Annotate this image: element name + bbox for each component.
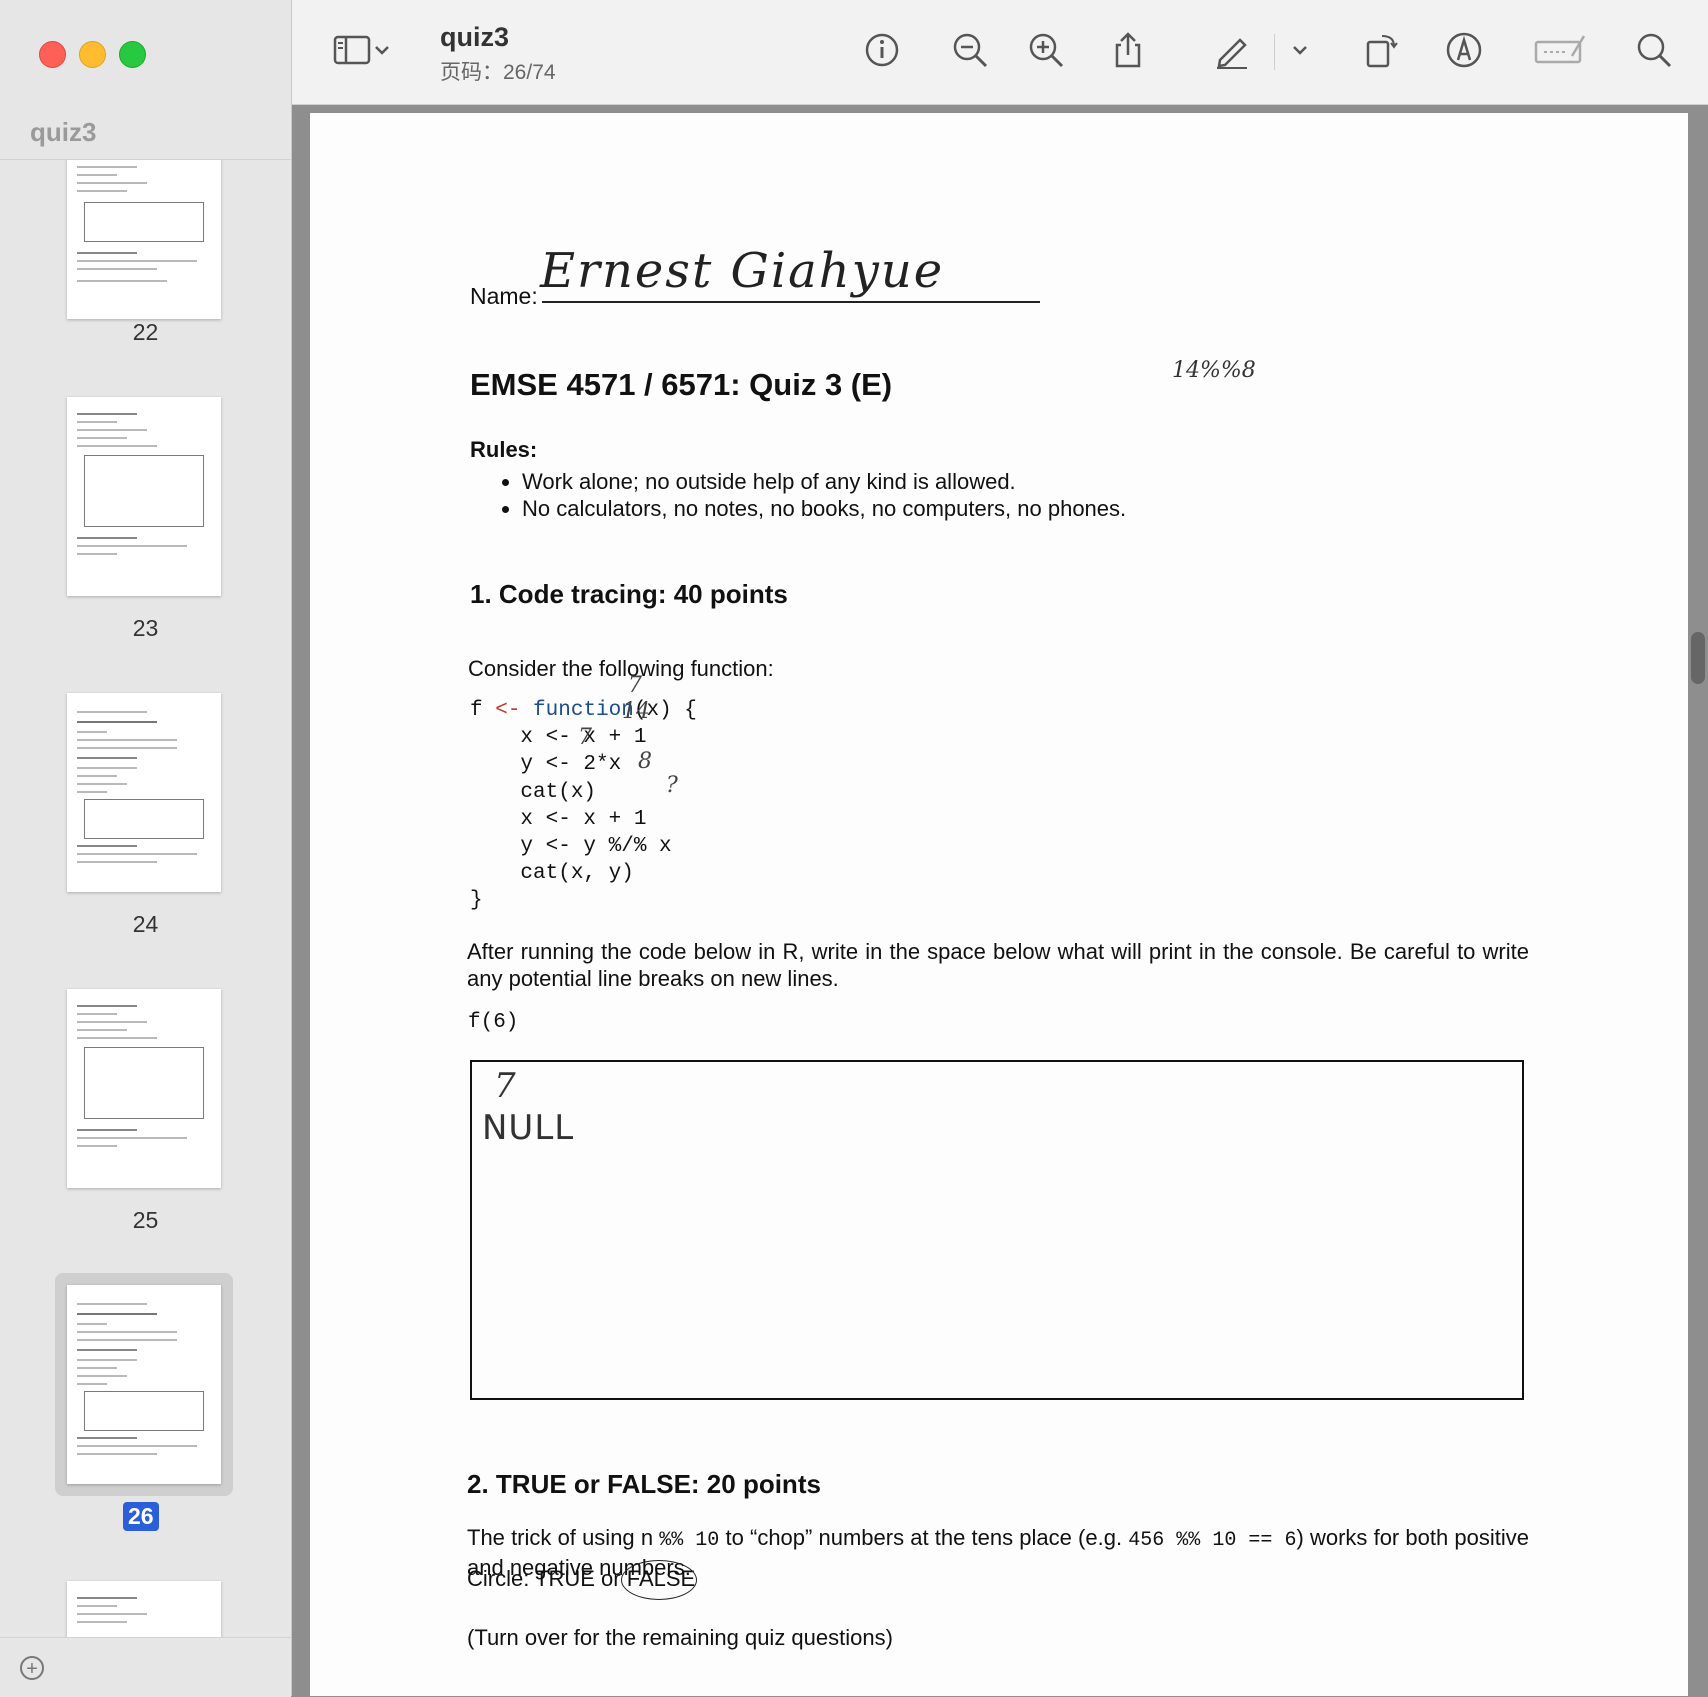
question-1-instructions: After running the code below in R, write…: [467, 939, 1529, 991]
code-line: y <- y %/% x: [470, 835, 672, 859]
function-call: f(6): [468, 1011, 519, 1034]
thumbnail-label: 23: [132, 615, 159, 641]
thumbnail-page-22[interactable]: [67, 160, 221, 319]
handwritten-note: 8: [638, 749, 652, 774]
inline-code: %% 10: [659, 1529, 720, 1552]
thumbnail-page-27[interactable]: [67, 1581, 221, 1638]
circled-answer: FALSE: [620, 1560, 698, 1600]
sidebar-title: quiz3: [30, 117, 97, 147]
name-underline: [542, 301, 1040, 303]
question-text: to “chop” numbers at the tens place (e.g…: [719, 1525, 1129, 1550]
handwritten-name: Ernest Giahyue: [540, 243, 945, 299]
rules-list: Work alone; no outside help of any kind …: [496, 468, 1126, 522]
thumbnail-page-23[interactable]: [67, 397, 221, 596]
rotate-icon[interactable]: [1362, 30, 1402, 70]
rules-heading: Rules:: [470, 437, 538, 462]
chevron-down-icon[interactable]: [1290, 30, 1310, 70]
question-text: The trick of using n: [467, 1525, 660, 1550]
rule-item: No calculators, no notes, no books, no c…: [522, 495, 1126, 522]
zoom-in-icon[interactable]: [1026, 30, 1066, 70]
chevron-down-icon[interactable]: [372, 30, 392, 70]
highlight-pen-icon[interactable]: [1212, 30, 1252, 70]
quiz-title: EMSE 4571 / 6571: Quiz 3 (E): [470, 367, 893, 402]
handwritten-answer: 7: [494, 1066, 516, 1106]
toolbar-separator: [1274, 34, 1275, 70]
code-line: x <- x + 1: [470, 807, 647, 831]
inline-code: 456 %% 10 == 6: [1128, 1529, 1297, 1552]
page-indicator: 页码：26/74: [440, 61, 556, 84]
zoom-out-icon[interactable]: [950, 30, 990, 70]
search-icon[interactable]: [1634, 30, 1674, 70]
code-text: f: [470, 699, 496, 722]
maximize-window-button[interactable]: [119, 41, 146, 68]
thumbnail-page-24[interactable]: [67, 693, 221, 892]
handwritten-note: 7: [628, 673, 642, 698]
sidebar-toggle-icon[interactable]: [332, 30, 372, 70]
sidebar: quiz3 22 23 24 25 26 +: [0, 0, 292, 1697]
circle-answer-line: Circle: TRUE or FALSE: [467, 1560, 698, 1600]
document-viewer[interactable]: Name: Ernest Giahyue 14%%8 EMSE 4571 / 6…: [292, 105, 1708, 1696]
question-2-heading: 2. TRUE or FALSE: 20 points: [467, 1469, 821, 1499]
scrollbar[interactable]: [1691, 632, 1705, 684]
markup-icon[interactable]: [1444, 30, 1484, 70]
code-line: y <- 2*x: [470, 753, 622, 777]
handwritten-note: ?: [666, 773, 678, 798]
handwritten-note: 7: [578, 725, 592, 750]
share-icon[interactable]: [1108, 30, 1148, 70]
handwritten-answer: NULL: [482, 1108, 575, 1148]
code-keyword: function: [533, 699, 634, 722]
minimize-window-button[interactable]: [79, 41, 106, 68]
toolbar: quiz3 页码：26/74: [292, 0, 1708, 105]
close-window-button[interactable]: [39, 41, 66, 68]
code-line: x <- x + 1: [470, 726, 647, 750]
handwritten-score: 14%%8: [1172, 358, 1256, 383]
thumbnail-label: 22: [132, 319, 159, 345]
circle-label: Circle: TRUE or: [467, 1566, 627, 1591]
thumbnail-page-25[interactable]: [67, 989, 221, 1188]
info-icon[interactable]: [862, 30, 902, 70]
handwritten-note: 14: [622, 699, 650, 724]
answer-box: 7 NULL: [470, 1060, 1524, 1400]
code-operator: <-: [495, 699, 521, 722]
question-1-prompt: Consider the following function:: [468, 656, 774, 681]
signature-icon[interactable]: [1532, 30, 1588, 70]
code-line: }: [470, 889, 483, 913]
document-title: quiz3: [440, 22, 510, 52]
code-line: cat(x): [470, 780, 597, 804]
pdf-page: Name: Ernest Giahyue 14%%8 EMSE 4571 / 6…: [310, 113, 1688, 1696]
add-page-icon[interactable]: +: [20, 1656, 44, 1680]
rule-item: Work alone; no outside help of any kind …: [522, 468, 1126, 495]
turn-over-note: (Turn over for the remaining quiz questi…: [467, 1625, 893, 1650]
thumbnail-list[interactable]: 22 23 24 25 26: [0, 159, 291, 1638]
question-1-heading: 1. Code tracing: 40 points: [470, 579, 788, 609]
thumbnail-label: 25: [132, 1207, 159, 1233]
name-label: Name:: [470, 283, 538, 309]
thumbnail-label-selected: 26: [123, 1502, 159, 1531]
thumbnail-page-26[interactable]: [67, 1285, 221, 1484]
thumbnail-label: 24: [132, 911, 159, 937]
code-line: cat(x, y): [470, 862, 634, 886]
